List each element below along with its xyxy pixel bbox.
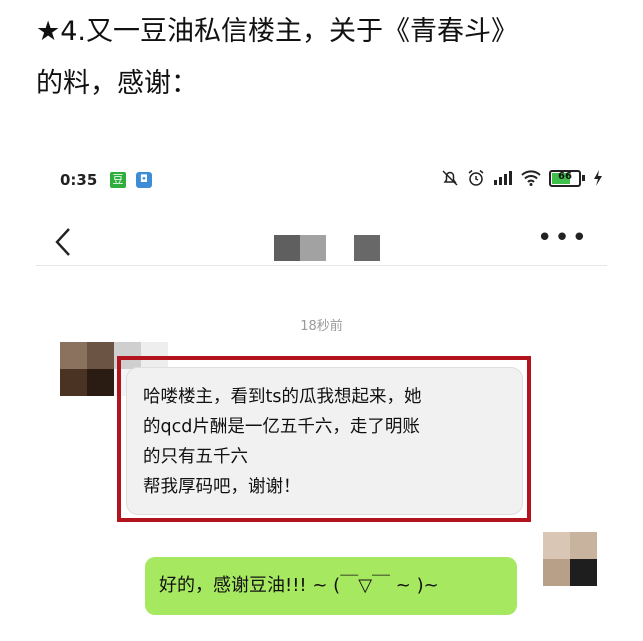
battery-level: 66 xyxy=(558,170,572,182)
avatar-self[interactable] xyxy=(543,532,597,586)
mute-alarm-icon xyxy=(442,170,458,186)
battery-icon: 66 xyxy=(549,169,585,187)
wifi-icon xyxy=(521,170,541,186)
heading-line-1: ★4.又一豆油私信楼主，关于《青春斗》 xyxy=(36,16,518,47)
status-indicators: 66 xyxy=(441,169,603,187)
redacted-username xyxy=(274,235,380,261)
chat-navbar: ••• xyxy=(36,217,607,266)
charging-icon xyxy=(594,170,602,186)
status-bar: 0:35 豆 ◘ 66 xyxy=(60,169,603,193)
alarm-icon xyxy=(468,169,484,186)
message-app-icon: ◘ xyxy=(136,172,152,188)
message-timestamp: 18秒前 xyxy=(300,319,343,334)
back-button[interactable] xyxy=(52,227,74,257)
status-time: 0:35 xyxy=(60,171,98,189)
more-button[interactable]: ••• xyxy=(537,223,589,253)
outgoing-message-bubble[interactable]: 好的，感谢豆油!!! ~ (￣▽￣ ~ )~ xyxy=(145,557,517,615)
highlight-annotation-box xyxy=(117,356,531,522)
post-heading: ★4.又一豆油私信楼主，关于《青春斗》 的料，感谢： xyxy=(36,6,636,110)
signal-icon xyxy=(494,171,512,185)
douban-icon: 豆 xyxy=(110,172,126,188)
chat-screenshot: 0:35 豆 ◘ 66 ••• 18秒前 哈喽楼主，看到ts的瓜我想起来，她 的… xyxy=(0,155,643,641)
heading-line-2: 的料，感谢： xyxy=(36,68,198,99)
